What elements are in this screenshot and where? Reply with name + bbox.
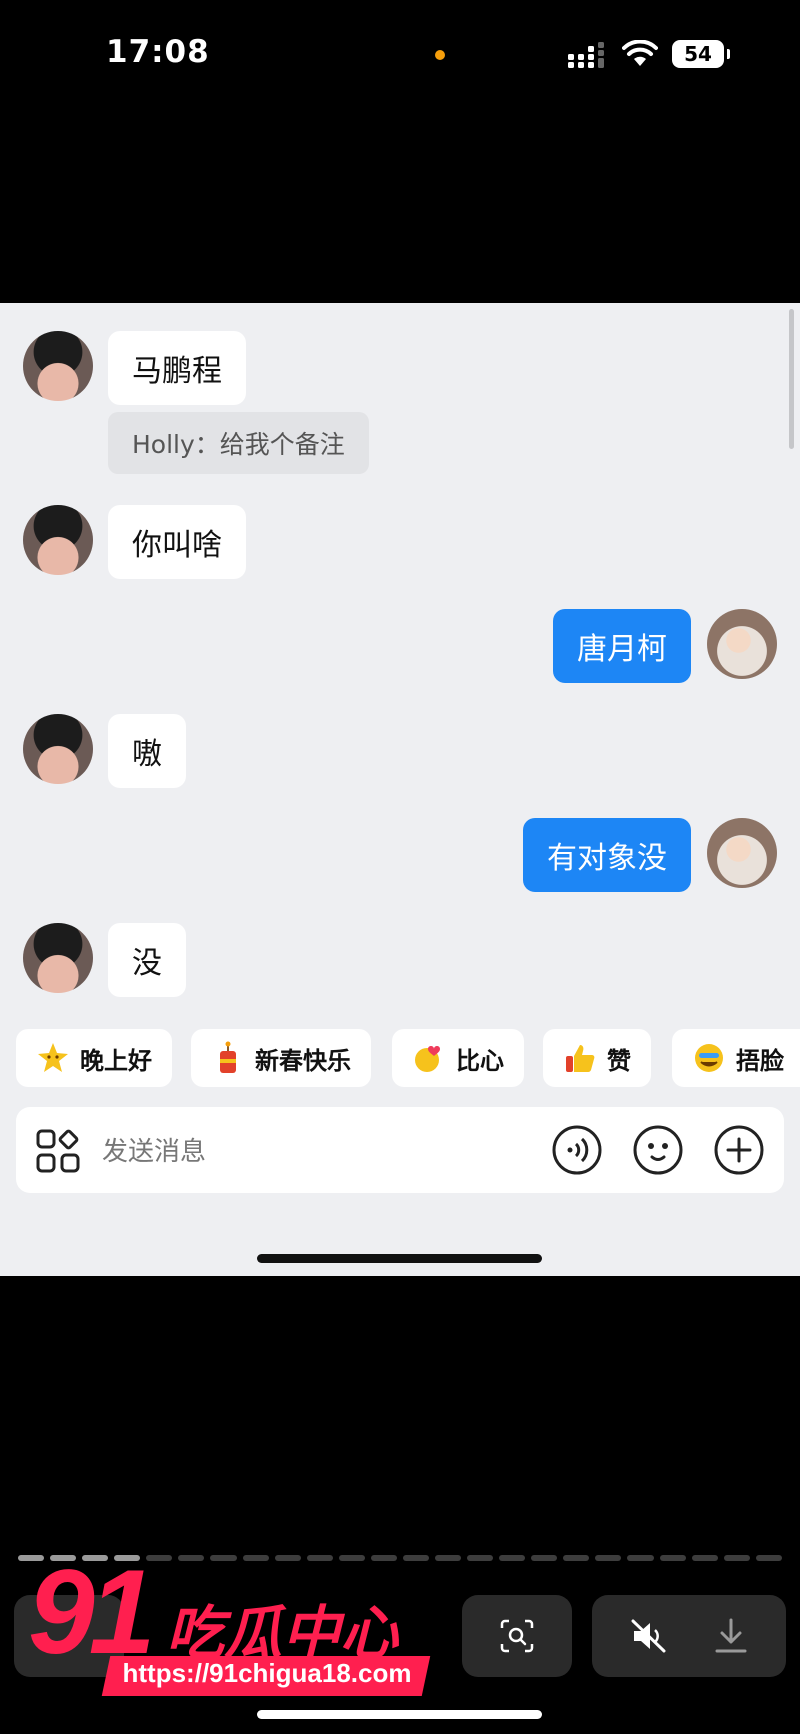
thumbs-up-icon [563, 1041, 597, 1075]
quick-reply-facepalm[interactable]: 捂脸 [672, 1029, 800, 1087]
message-bubble-outgoing[interactable]: 有对象没 [523, 818, 691, 892]
quick-reply-happy-new-year[interactable]: 新春快乐 [191, 1029, 371, 1087]
message-input-placeholder[interactable]: 发送消息 [102, 1131, 206, 1168]
video-actions [592, 1595, 786, 1677]
quick-reply-label: 晚上好 [80, 1046, 152, 1075]
progress-segment [755, 1555, 782, 1561]
progress-segment [659, 1555, 686, 1561]
emoji-icon[interactable] [633, 1125, 683, 1175]
message-input-bar[interactable]: 发送消息 [16, 1107, 784, 1193]
message-bubble-outgoing[interactable]: 唐月柯 [553, 609, 691, 683]
voice-message-icon[interactable] [552, 1125, 602, 1175]
user-avatar[interactable] [707, 609, 777, 679]
watermark-logo: 91 吃瓜中心 https://91chigua18.com [28, 1545, 431, 1702]
progress-segment [467, 1555, 494, 1561]
home-indicator [257, 1710, 542, 1719]
contact-avatar[interactable] [23, 714, 93, 784]
battery-indicator: 54 [672, 40, 730, 68]
facepalm-icon [692, 1041, 726, 1075]
quick-reply-heart[interactable]: 比心 [392, 1029, 524, 1087]
quick-reply-label: 赞 [607, 1046, 631, 1075]
watermark-url: https://91chigua18.com [122, 1658, 412, 1688]
firecracker-icon [211, 1041, 245, 1075]
progress-segment [723, 1555, 750, 1561]
message-bubble-incoming[interactable]: 没 [108, 923, 186, 997]
star-face-icon [36, 1041, 70, 1075]
message-bubble-incoming[interactable]: 你叫啥 [108, 505, 246, 579]
scrollbar[interactable] [789, 309, 794, 449]
quick-reply-label: 比心 [456, 1046, 504, 1075]
privacy-indicator-dot [435, 50, 445, 60]
heart-hand-icon [412, 1041, 446, 1075]
message-bubble-incoming[interactable]: 嗷 [108, 714, 186, 788]
progress-segment [563, 1555, 590, 1561]
wifi-icon [622, 40, 658, 66]
scan-button[interactable] [462, 1595, 572, 1677]
mute-icon[interactable] [630, 1618, 668, 1654]
contact-avatar[interactable] [23, 923, 93, 993]
apps-grid-icon[interactable] [36, 1129, 80, 1173]
home-indicator [257, 1254, 542, 1263]
progress-segment [595, 1555, 622, 1561]
remark-note: Holly：给我个备注 [108, 412, 369, 474]
progress-segment [499, 1555, 526, 1561]
contact-avatar[interactable] [23, 505, 93, 575]
quick-reply-label: 捂脸 [736, 1046, 784, 1075]
progress-segment [531, 1555, 558, 1561]
watermark-number: 91 [28, 1545, 156, 1679]
download-icon[interactable] [714, 1617, 748, 1655]
user-avatar[interactable] [707, 818, 777, 888]
progress-segment [435, 1555, 462, 1561]
quick-reply-label: 新春快乐 [255, 1046, 351, 1075]
chat-panel[interactable]: 马鹏程 Holly：给我个备注 你叫啥 唐月柯 嗷 有对象没 没 晚上好 新春快… [0, 303, 800, 1276]
contact-avatar[interactable] [23, 331, 93, 401]
plus-icon[interactable] [714, 1125, 764, 1175]
progress-segment [627, 1555, 654, 1561]
status-time: 17:08 [106, 34, 210, 70]
message-bubble-incoming[interactable]: 马鹏程 [108, 331, 246, 405]
scan-search-icon [500, 1619, 534, 1653]
quick-reply-good-evening[interactable]: 晚上好 [16, 1029, 172, 1087]
quick-reply-like[interactable]: 赞 [543, 1029, 651, 1087]
progress-segment [691, 1555, 718, 1561]
status-bar: 17:08 54 [0, 0, 800, 110]
cellular-signal-icon [568, 42, 604, 68]
